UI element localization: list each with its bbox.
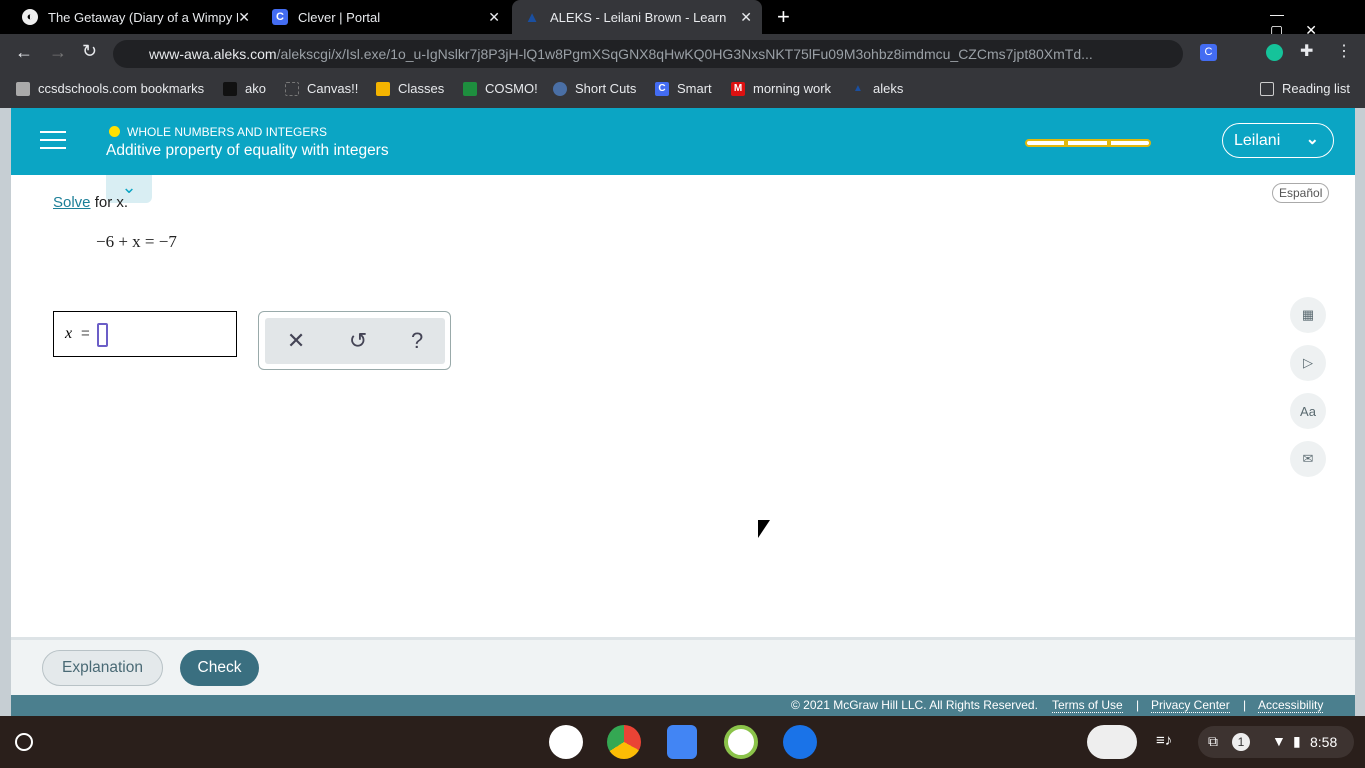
back-button[interactable]: ← bbox=[15, 42, 33, 63]
media-controls-icon[interactable]: ≡♪ bbox=[1156, 732, 1172, 749]
reading-list[interactable]: Reading list bbox=[1260, 81, 1350, 96]
forward-button[interactable]: → bbox=[49, 42, 67, 63]
page bbox=[0, 108, 1365, 716]
tab-strip: ◐ The Getaway (Diary of a Wimpy K ✕ C Cleve… bbox=[0, 0, 1365, 38]
progress-bar bbox=[1025, 139, 1151, 147]
bookmark[interactable]: Mmorning work bbox=[731, 81, 831, 96]
globe-icon: ◐ bbox=[22, 9, 38, 25]
terms-link[interactable]: Terms of Use bbox=[1052, 698, 1123, 713]
bookmark[interactable]: Short Cuts bbox=[553, 81, 636, 96]
close-tab-icon[interactable]: ✕ bbox=[740, 9, 752, 26]
bookmark[interactable]: ▲ aleks bbox=[851, 81, 903, 96]
chrome-app-icon[interactable] bbox=[607, 725, 641, 759]
close-tab-icon[interactable]: ✕ bbox=[238, 9, 250, 26]
menu-icon[interactable]: ⋮ bbox=[1336, 41, 1352, 61]
tab-clever[interactable]: C Clever | Portal ✕ bbox=[260, 0, 510, 34]
close-tab-icon[interactable]: ✕ bbox=[488, 9, 500, 26]
tab-getaway[interactable]: ◐ The Getaway (Diary of a Wimpy K ✕ bbox=[10, 0, 260, 34]
status-dot bbox=[109, 126, 120, 137]
clever-icon: C bbox=[272, 9, 288, 25]
footer: © 2021 McGraw Hill LLC. All Rights Reser… bbox=[11, 695, 1355, 716]
system-tray[interactable]: ⧉ 1 ▼ ▮ 8:58 bbox=[1198, 726, 1354, 758]
dictionary-icon[interactable]: Aa bbox=[1290, 393, 1326, 429]
screen-capture-icon: ⧉ bbox=[1208, 733, 1218, 749]
mail-icon[interactable]: ✉ bbox=[1290, 441, 1326, 477]
docs-app-icon[interactable] bbox=[667, 725, 697, 759]
bookmark[interactable]: C Smart bbox=[655, 81, 712, 96]
holding-space-icon[interactable] bbox=[1087, 725, 1137, 759]
bookmark-folder[interactable]: ccsdschools.com bookmarks bbox=[16, 81, 204, 96]
answer-input[interactable]: x = bbox=[53, 311, 237, 357]
classroom-app-icon[interactable] bbox=[549, 725, 583, 759]
hamburger-menu-icon[interactable] bbox=[40, 131, 66, 151]
clever-extension-icon[interactable]: C bbox=[1200, 44, 1217, 61]
bookmark[interactable]: Canvas!! bbox=[285, 81, 358, 96]
tab-aleks[interactable]: ▲ ALEKS - Leilani Brown - Learn ✕ bbox=[512, 0, 762, 34]
screencast-app-icon[interactable] bbox=[724, 725, 758, 759]
video-icon[interactable]: ▷ bbox=[1290, 345, 1326, 381]
chevron-down-icon: ⌄ bbox=[1305, 131, 1319, 148]
help-icon[interactable]: ? bbox=[411, 328, 423, 354]
check-button[interactable]: Check bbox=[180, 650, 259, 686]
reload-button[interactable]: ↻ bbox=[82, 41, 97, 62]
new-tab-button[interactable]: + bbox=[777, 4, 790, 30]
calculator-icon[interactable]: ▦ bbox=[1290, 297, 1326, 333]
grammarly-icon[interactable] bbox=[1266, 44, 1283, 61]
equation: −6 + x = −7 bbox=[96, 232, 177, 251]
undo-icon[interactable]: ↺ bbox=[349, 328, 367, 354]
notification-count: 1 bbox=[1232, 733, 1250, 751]
mouse-cursor bbox=[758, 520, 770, 538]
answer-tools: ✕ ↺? bbox=[258, 311, 451, 370]
address-bar[interactable]: www-awa.aleks.com/alekscgi/x/Isl.exe/1o_… bbox=[113, 40, 1183, 68]
topic-category: WHOLE NUMBERS AND INTEGERS bbox=[127, 125, 328, 139]
user-menu-button[interactable]: Leilani ⌄ bbox=[1222, 123, 1334, 158]
aleks-icon: ▲ bbox=[524, 8, 540, 26]
accessibility-link[interactable]: Accessibility bbox=[1258, 698, 1324, 713]
language-button[interactable]: Español bbox=[1272, 183, 1330, 203]
bookmark[interactable]: ako bbox=[223, 81, 266, 96]
topic-title: Additive property of equality with integ… bbox=[106, 142, 389, 159]
privacy-link[interactable]: Privacy Center bbox=[1151, 698, 1230, 713]
solve-link[interactable]: Solve bbox=[53, 194, 91, 211]
left-border bbox=[0, 108, 11, 716]
extensions-icon[interactable]: ✚ bbox=[1300, 41, 1313, 61]
bookmark[interactable]: COSMO! bbox=[463, 81, 538, 96]
explanation-button[interactable]: Explanation bbox=[42, 650, 163, 686]
clock: 8:58 bbox=[1310, 734, 1338, 750]
answer-cursor[interactable] bbox=[97, 323, 108, 347]
launcher-icon[interactable] bbox=[15, 733, 33, 751]
bookmark[interactable]: Classes bbox=[376, 81, 444, 96]
right-border bbox=[1355, 108, 1365, 716]
close-icon[interactable]: ✕ bbox=[287, 328, 305, 354]
camera-app-icon[interactable] bbox=[783, 725, 817, 759]
battery-icon: ▮ bbox=[1293, 733, 1301, 749]
bookmarks-bar: ccsdschools.com bookmarks ako Canvas!! C… bbox=[0, 73, 1365, 108]
problem-prompt: Solve for x. bbox=[53, 194, 129, 211]
wifi-icon: ▼ bbox=[1272, 733, 1286, 749]
